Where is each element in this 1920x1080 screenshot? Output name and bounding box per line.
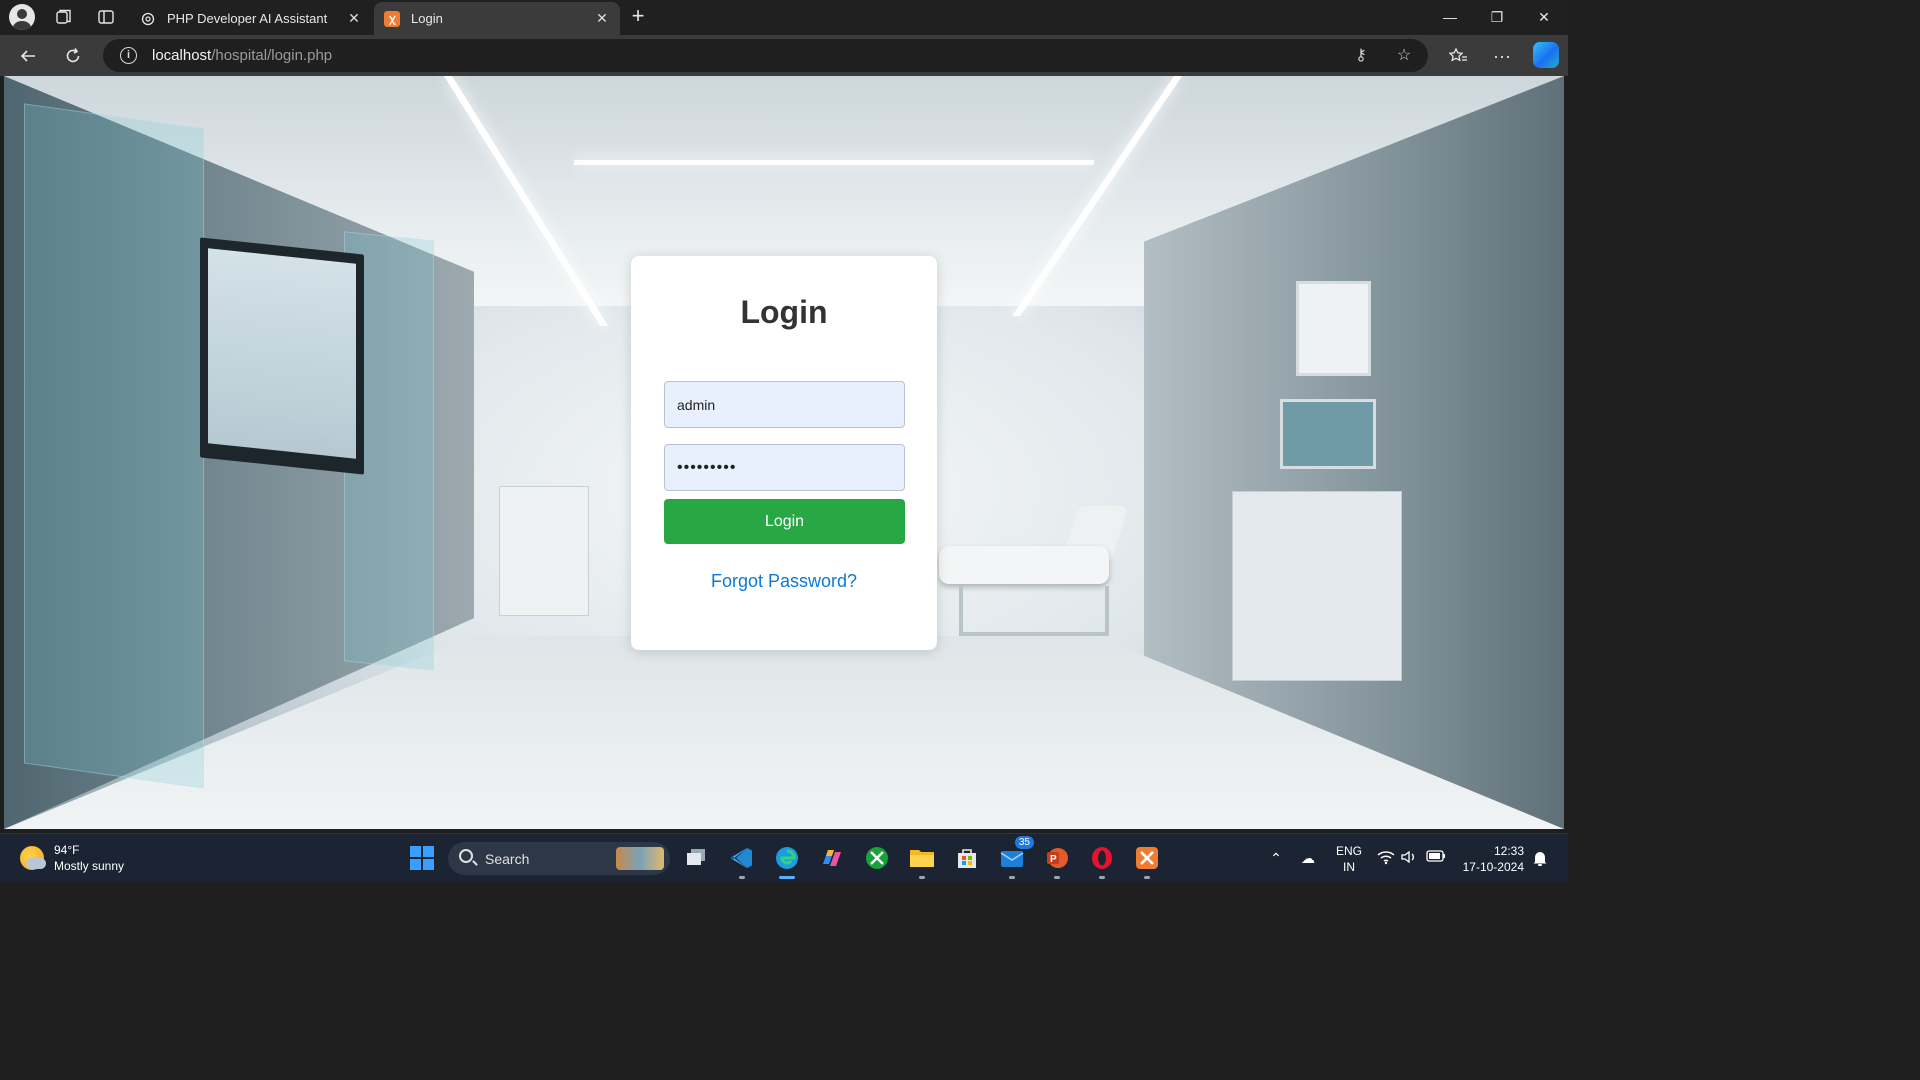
taskbar: 94°F Mostly sunny Search 35 P ⌃ ☁ ENG IN… [0, 833, 1568, 882]
background-screen [1296, 281, 1371, 376]
background-screen [1280, 399, 1376, 469]
workspaces-icon[interactable] [50, 4, 78, 30]
windows-logo-icon [410, 846, 434, 870]
clock-date: 17-10-2024 [1462, 859, 1524, 874]
refresh-icon[interactable] [60, 43, 86, 69]
xbox-icon[interactable] [861, 842, 893, 874]
weather-desc: Mostly sunny [54, 859, 125, 873]
copilot-app-icon[interactable] [816, 842, 848, 874]
password-input[interactable] [664, 444, 905, 491]
start-button[interactable] [406, 842, 438, 874]
login-button[interactable]: Login [664, 499, 905, 544]
opera-icon[interactable] [1086, 842, 1118, 879]
background-cabinet [499, 486, 589, 616]
clock-time: 12:33 [1493, 843, 1524, 858]
mail-icon[interactable]: 35 [996, 836, 1034, 879]
weather-temp: 94°F [54, 843, 80, 857]
background-hospital-bed [939, 506, 1169, 666]
site-info-icon[interactable]: i [120, 47, 137, 64]
microsoft-store-icon[interactable] [951, 842, 983, 874]
background-monitor [200, 237, 364, 475]
profile-avatar-icon[interactable] [8, 4, 36, 30]
close-window-icon[interactable]: ✕ [1532, 6, 1556, 28]
minimize-icon[interactable]: — [1438, 6, 1462, 28]
xampp-app-icon[interactable] [1131, 842, 1163, 879]
favorites-icon[interactable] [1445, 43, 1471, 69]
search-highlight-image [616, 847, 664, 870]
xampp-icon: ꭓ [384, 10, 400, 27]
close-tab-icon[interactable]: ✕ [346, 10, 362, 27]
forgot-password-link[interactable]: Forgot Password? [631, 571, 937, 592]
new-tab-icon[interactable]: + [626, 5, 650, 29]
browser-toolbar: i localhost/hospital/login.php ⚷ ☆ ··· [0, 35, 1568, 76]
restore-icon[interactable]: ❐ [1485, 6, 1509, 28]
vscode-icon[interactable] [726, 842, 758, 879]
login-heading: Login [740, 294, 828, 330]
search-label: Search [485, 851, 530, 867]
url-text[interactable]: localhost/hospital/login.php [152, 47, 332, 64]
taskbar-search[interactable]: Search [448, 842, 670, 875]
back-arrow-icon[interactable] [15, 43, 41, 69]
search-icon [459, 849, 473, 863]
close-tab-icon[interactable]: ✕ [594, 10, 610, 27]
language-indicator[interactable]: ENG IN [1334, 834, 1364, 883]
battery-icon[interactable] [1426, 849, 1445, 867]
openai-icon [140, 11, 156, 27]
ceiling-light [574, 160, 1094, 165]
file-explorer-icon[interactable] [906, 842, 938, 879]
svg-text:P: P [1050, 854, 1057, 865]
show-hidden-icons-chevron-icon[interactable]: ⌃ [1267, 849, 1285, 867]
onedrive-cloud-icon[interactable]: ☁ [1299, 849, 1317, 867]
login-card: Login Login Forgot Password? [631, 256, 937, 650]
address-bar[interactable]: i localhost/hospital/login.php ⚷ ☆ [103, 39, 1428, 72]
tab-title: PHP Developer AI Assistant [167, 11, 328, 26]
browser-tab-strip: PHP Developer AI Assistant ✕ ꭓ Login ✕ +… [0, 0, 1568, 35]
volume-icon[interactable] [1400, 849, 1418, 867]
tab-php-developer-ai-assistant[interactable]: PHP Developer AI Assistant ✕ [130, 2, 372, 35]
task-view-icon[interactable] [681, 842, 713, 874]
powerpoint-icon[interactable]: P [1041, 842, 1073, 879]
partly-sunny-icon [20, 846, 46, 870]
key-icon[interactable]: ⚷ [1351, 46, 1371, 66]
wifi-icon[interactable] [1377, 849, 1395, 867]
page-viewport: Login Login Forgot Password? [4, 76, 1564, 829]
more-menu-icon[interactable]: ··· [1489, 43, 1515, 69]
background-cabinet [1232, 491, 1402, 681]
notification-bell-icon[interactable] [1531, 849, 1549, 867]
vertical-tabs-icon[interactable] [92, 4, 120, 30]
background-glass-panel [24, 103, 204, 789]
tab-login[interactable]: ꭓ Login ✕ [374, 2, 620, 35]
copilot-icon[interactable] [1533, 42, 1559, 68]
edge-icon[interactable] [771, 842, 803, 879]
username-input[interactable] [664, 381, 905, 428]
weather-widget[interactable]: 94°F Mostly sunny [20, 842, 124, 874]
clock[interactable]: 12:33 17-10-2024 [1458, 834, 1524, 883]
mail-badge: 35 [1014, 836, 1034, 849]
tab-title: Login [411, 11, 443, 26]
favorite-star-icon[interactable]: ☆ [1394, 46, 1414, 66]
